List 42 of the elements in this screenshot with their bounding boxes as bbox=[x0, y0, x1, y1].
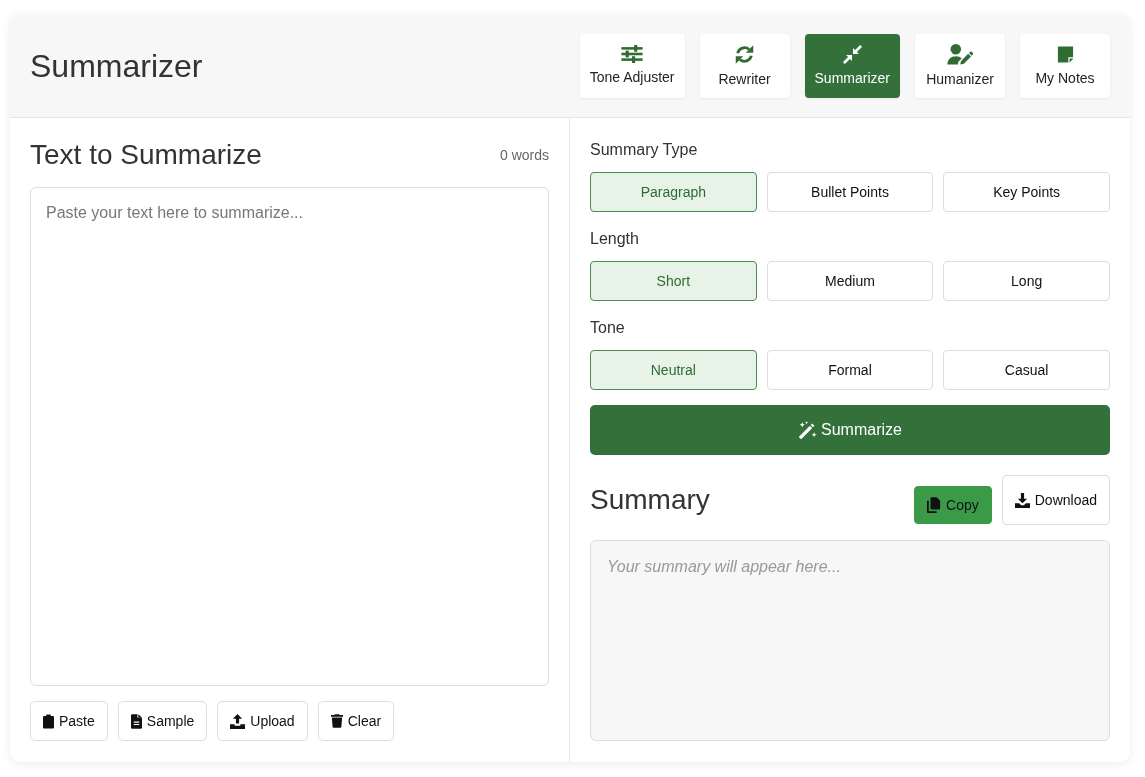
copy-icon bbox=[927, 497, 942, 513]
tool-tab[interactable]: Summarizer bbox=[804, 33, 900, 98]
upload-icon bbox=[230, 713, 246, 729]
section-heading: Summary bbox=[590, 483, 710, 517]
tool-tab[interactable]: Rewriter bbox=[699, 33, 790, 98]
action-button[interactable]: Paste bbox=[30, 701, 108, 741]
app-title: Summarizer bbox=[30, 46, 203, 85]
option-label: Tone bbox=[590, 318, 626, 338]
section-heading: Text to Summarize bbox=[30, 138, 262, 172]
tool-tab[interactable]: Tone Adjuster bbox=[579, 33, 685, 98]
action-button[interactable]: Clear bbox=[317, 701, 395, 741]
sliders-icon bbox=[621, 45, 644, 63]
option-button[interactable]: Neutral bbox=[590, 350, 757, 390]
compress-arrows-icon bbox=[842, 44, 862, 64]
download-button[interactable]: Download bbox=[1001, 475, 1110, 525]
copy-button[interactable]: Copy bbox=[914, 486, 992, 524]
magic-wand-icon bbox=[798, 420, 818, 440]
option-label: Length bbox=[590, 229, 640, 249]
note-icon bbox=[1055, 44, 1075, 64]
action-button[interactable]: Sample bbox=[117, 701, 208, 741]
word-count: 0 words bbox=[499, 147, 549, 163]
document-icon bbox=[130, 713, 142, 729]
option-button[interactable]: Formal bbox=[766, 350, 934, 390]
download-icon bbox=[1014, 492, 1030, 508]
option-button[interactable]: Paragraph bbox=[590, 172, 757, 212]
clipboard-icon bbox=[43, 713, 54, 729]
summarize-button[interactable]: Summarize bbox=[590, 405, 1110, 455]
action-button[interactable]: Upload bbox=[217, 701, 308, 741]
tool-tab[interactable]: Humanizer bbox=[915, 33, 1005, 98]
option-button[interactable]: Medium bbox=[766, 261, 934, 301]
circular-arrows-icon bbox=[734, 43, 756, 65]
option-button[interactable]: Bullet Points bbox=[766, 172, 934, 212]
option-button[interactable]: Short bbox=[590, 261, 757, 301]
text-input-field[interactable]: Paste your text here to summarize... bbox=[30, 187, 549, 686]
user-pencil-icon bbox=[947, 43, 973, 65]
trash-icon bbox=[330, 714, 343, 728]
option-label: Summary Type bbox=[590, 140, 699, 160]
tool-tab[interactable]: My Notes bbox=[1020, 33, 1110, 98]
option-button[interactable]: Casual bbox=[943, 350, 1110, 390]
option-button[interactable]: Key Points bbox=[943, 172, 1110, 212]
summary-output-field[interactable]: Your summary will appear here... bbox=[590, 540, 1110, 741]
option-button[interactable]: Long bbox=[943, 261, 1110, 301]
